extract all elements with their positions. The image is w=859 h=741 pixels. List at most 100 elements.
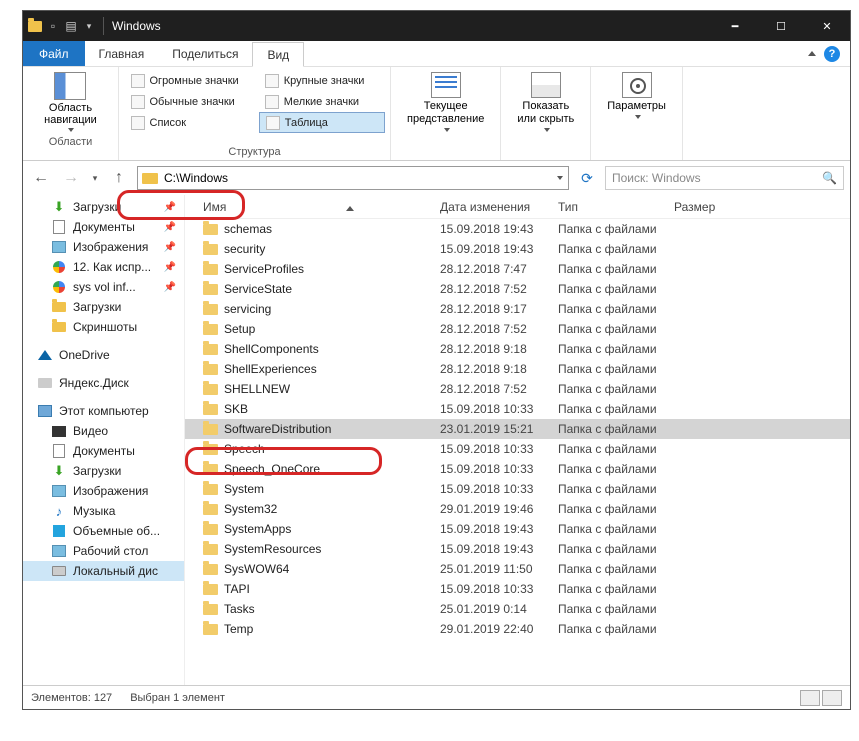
sidebar-item[interactable]: Рабочий стол — [23, 541, 184, 561]
sidebar-item-label: Яндекс.Диск — [59, 376, 129, 390]
sidebar-item[interactable]: ⬇Загрузки — [23, 461, 184, 481]
table-row[interactable]: SystemApps15.09.2018 19:43Папка с файлам… — [185, 519, 850, 539]
menu-home[interactable]: Главная — [85, 41, 159, 66]
view-huge[interactable]: Огромные значки — [125, 70, 259, 91]
address-input[interactable] — [162, 171, 550, 185]
sidebar-item[interactable]: ⬇Загрузки📌 — [23, 197, 184, 217]
close-button[interactable]: ✕ — [804, 11, 850, 41]
table-row[interactable]: Tasks25.01.2019 0:14Папка с файлами — [185, 599, 850, 619]
pin-icon: 📌 — [164, 242, 176, 253]
view-small[interactable]: Мелкие значки — [259, 91, 385, 112]
sidebar-item[interactable]: Яндекс.Диск — [23, 373, 184, 393]
col-type[interactable]: Тип — [558, 200, 674, 214]
menu-file[interactable]: Файл — [23, 41, 85, 66]
table-row[interactable]: servicing28.12.2018 9:17Папка с файлами — [185, 299, 850, 319]
sidebar-item[interactable]: OneDrive — [23, 345, 184, 365]
file-name: schemas — [224, 222, 272, 236]
sidebar-item[interactable]: Изображения — [23, 481, 184, 501]
file-type: Папка с файлами — [558, 482, 674, 496]
table-row[interactable]: System3229.01.2019 19:46Папка с файлами — [185, 499, 850, 519]
table-row[interactable]: ServiceState28.12.2018 7:52Папка с файла… — [185, 279, 850, 299]
status-elements: Элементов: 127 — [31, 692, 112, 704]
table-row[interactable]: SystemResources15.09.2018 19:43Папка с ф… — [185, 539, 850, 559]
table-row[interactable]: SoftwareDistribution23.01.2019 15:21Папк… — [185, 419, 850, 439]
table-row[interactable]: ShellExperiences28.12.2018 9:18Папка с ф… — [185, 359, 850, 379]
sidebar-item[interactable]: Объемные об... — [23, 521, 184, 541]
qat-icon-2[interactable]: ▤ — [63, 18, 79, 34]
col-size[interactable]: Размер — [674, 200, 850, 214]
sidebar-item[interactable]: ♪Музыка — [23, 501, 184, 521]
table-row[interactable]: SKB15.09.2018 10:33Папка с файлами — [185, 399, 850, 419]
qat-dropdown-icon[interactable]: ▾ — [81, 18, 97, 34]
sidebar-item[interactable]: Документы — [23, 441, 184, 461]
ribbon: Область навигации Области Огромные значк… — [23, 67, 850, 161]
file-date: 15.09.2018 19:43 — [440, 222, 558, 236]
current-view-button[interactable]: Текущее представление — [397, 70, 494, 134]
file-name: ShellComponents — [224, 342, 319, 356]
file-date: 25.01.2019 0:14 — [440, 602, 558, 616]
back-button[interactable]: ← — [29, 166, 53, 190]
table-row[interactable]: SHELLNEW28.12.2018 7:52Папка с файлами — [185, 379, 850, 399]
options-button[interactable]: Параметры — [597, 70, 676, 121]
help-icon[interactable]: ? — [824, 46, 840, 62]
icons-view-button[interactable] — [822, 690, 842, 706]
table-row[interactable]: TAPI15.09.2018 10:33Папка с файлами — [185, 579, 850, 599]
nav-pane-button[interactable]: Область навигации — [38, 70, 103, 134]
table-row[interactable]: SysWOW6425.01.2019 11:50Папка с файлами — [185, 559, 850, 579]
folder-icon — [203, 404, 218, 415]
sidebar-item[interactable]: Документы📌 — [23, 217, 184, 237]
table-row[interactable]: security15.09.2018 19:43Папка с файлами — [185, 239, 850, 259]
sidebar-item[interactable]: Скриншоты — [23, 317, 184, 337]
qat-icon[interactable]: ▫ — [45, 18, 61, 34]
up-button[interactable]: ↑ — [107, 166, 131, 190]
table-row[interactable]: Setup28.12.2018 7:52Папка с файлами — [185, 319, 850, 339]
refresh-button[interactable]: ⟳ — [575, 166, 599, 190]
address-dropdown-icon[interactable] — [550, 176, 568, 180]
details-view-button[interactable] — [800, 690, 820, 706]
search-placeholder: Поиск: Windows — [612, 171, 701, 185]
col-date[interactable]: Дата изменения — [440, 200, 558, 214]
sidebar-item[interactable]: Загрузки — [23, 297, 184, 317]
sidebar-item-label: Изображения — [73, 240, 148, 254]
sidebar-item[interactable]: Изображения 📌 — [23, 237, 184, 257]
menu-share[interactable]: Поделиться — [158, 41, 252, 66]
sidebar[interactable]: ⬇Загрузки📌Документы📌Изображения📌12. Как … — [23, 195, 185, 685]
table-row[interactable]: Temp29.01.2019 22:40Папка с файлами — [185, 619, 850, 639]
folder-icon — [203, 624, 218, 635]
column-headers[interactable]: Имя Дата изменения Тип Размер — [185, 195, 850, 219]
col-name-label: Имя — [203, 200, 226, 214]
table-row[interactable]: System15.09.2018 10:33Папка с файлами — [185, 479, 850, 499]
sidebar-item[interactable]: sys vol inf...📌 — [23, 277, 184, 297]
menu-view[interactable]: Вид — [252, 42, 304, 67]
maximize-button[interactable]: ☐ — [758, 11, 804, 41]
col-name[interactable]: Имя — [185, 200, 440, 214]
table-row[interactable]: ShellComponents28.12.2018 9:18Папка с фа… — [185, 339, 850, 359]
view-table[interactable]: Таблица — [259, 112, 385, 133]
view-medium[interactable]: Обычные значки — [125, 91, 259, 112]
address-box[interactable] — [137, 166, 569, 190]
file-type: Папка с файлами — [558, 582, 674, 596]
minimize-button[interactable]: ━ — [712, 11, 758, 41]
search-box[interactable]: Поиск: Windows 🔍 — [605, 166, 844, 190]
folder-icon — [203, 384, 218, 395]
table-row[interactable]: ServiceProfiles28.12.2018 7:47Папка с фа… — [185, 259, 850, 279]
file-name: ServiceState — [224, 282, 292, 296]
sidebar-item[interactable]: Локальный дис — [23, 561, 184, 581]
sidebar-item-label: OneDrive — [59, 348, 110, 362]
table-row[interactable]: Speech15.09.2018 10:33Папка с файлами — [185, 439, 850, 459]
view-list-label: Список — [150, 117, 187, 129]
sidebar-item[interactable]: Видео — [23, 421, 184, 441]
show-hide-button[interactable]: Показать или скрыть — [507, 70, 584, 134]
forward-button[interactable]: → — [59, 166, 83, 190]
table-row[interactable]: Speech_OneCore15.09.2018 10:33Папка с фа… — [185, 459, 850, 479]
view-list[interactable]: Список — [125, 112, 259, 133]
titlebar: ▫ ▤ ▾ Windows ━ ☐ ✕ — [23, 11, 850, 41]
pin-icon: 📌 — [164, 262, 176, 273]
sidebar-item[interactable]: Этот компьютер — [23, 401, 184, 421]
history-dropdown-icon[interactable]: ▾ — [89, 166, 101, 190]
collapse-ribbon-icon[interactable] — [808, 51, 816, 56]
table-row[interactable]: schemas15.09.2018 19:43Папка с файлами — [185, 219, 850, 239]
view-large[interactable]: Крупные значки — [259, 70, 385, 91]
sidebar-item[interactable]: 12. Как испр...📌 — [23, 257, 184, 277]
folder-icon — [203, 224, 218, 235]
